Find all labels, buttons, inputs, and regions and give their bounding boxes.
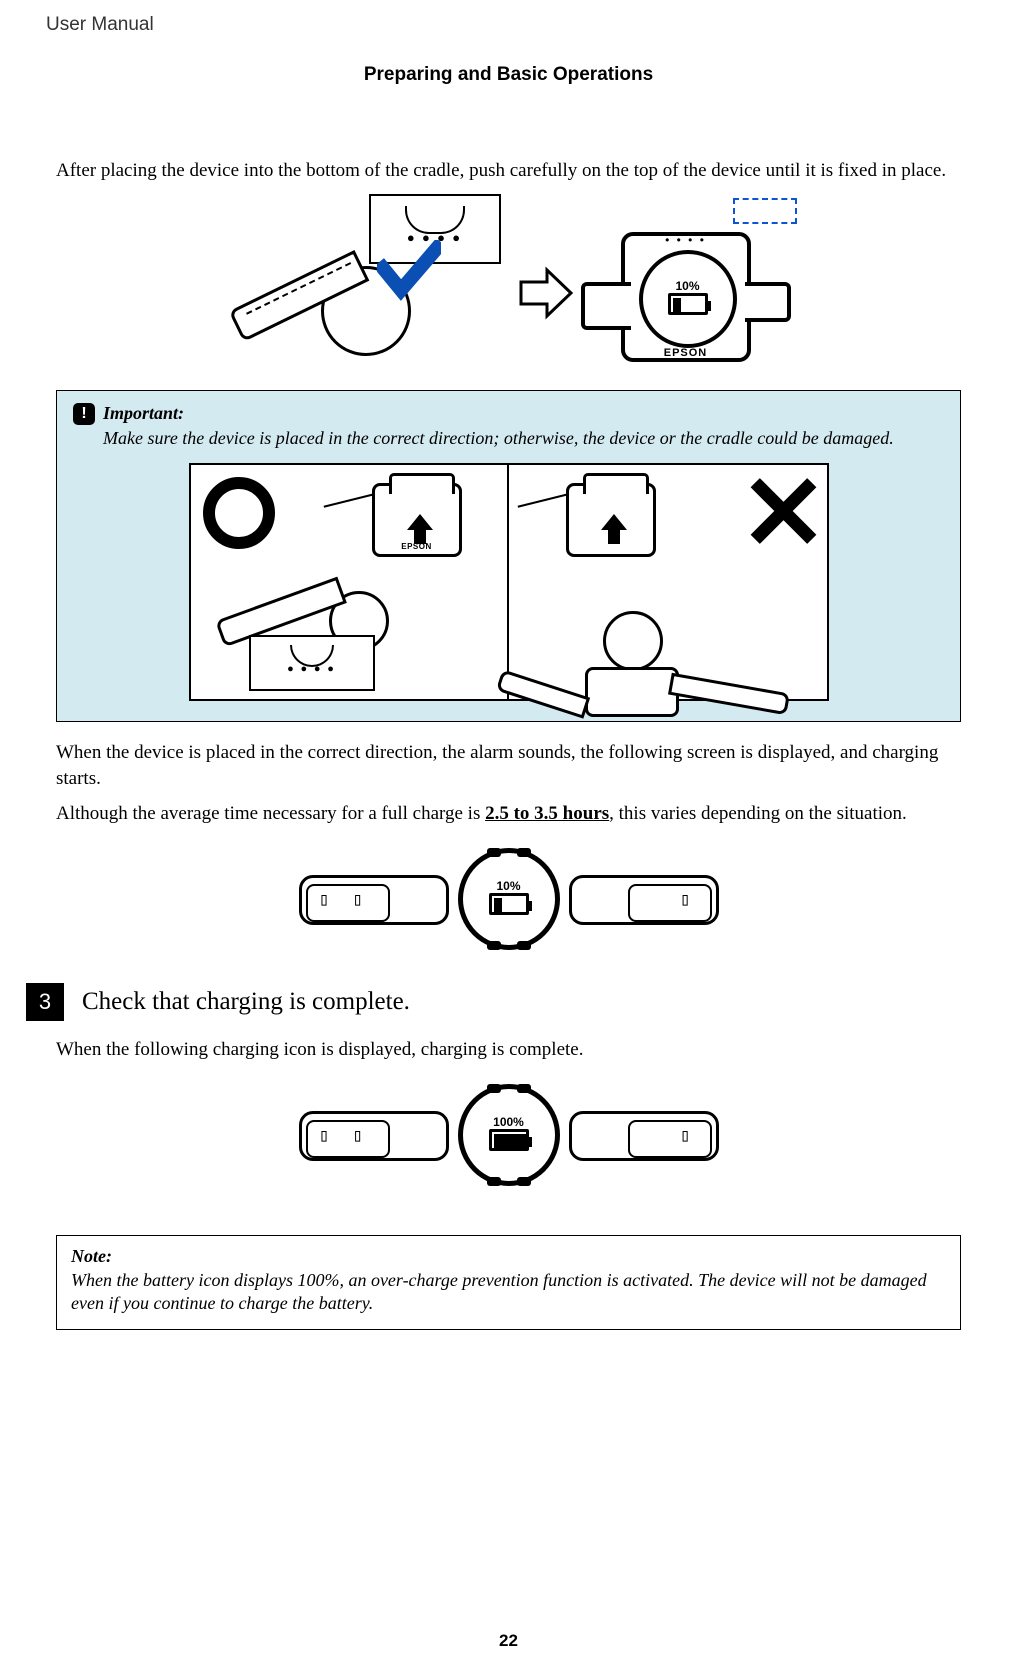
blue-check-icon <box>377 240 441 304</box>
up-arrow-icon <box>601 514 627 544</box>
wrong-orientation-illustration <box>509 463 829 701</box>
note-callout: Note: When the battery icon displays 100… <box>56 1235 961 1331</box>
section-title: Preparing and Basic Operations <box>40 64 977 86</box>
important-text: Make sure the device is placed in the co… <box>103 427 944 450</box>
contact-highlight-box <box>733 198 797 224</box>
page-number: 22 <box>0 1631 1017 1651</box>
important-icon: ! <box>73 403 95 425</box>
step-number-badge: 3 <box>26 983 64 1021</box>
brand-label: EPSON <box>375 542 459 551</box>
up-arrow-icon <box>407 514 433 544</box>
watch-seated-illustration: • • • • 10% EPSON <box>579 194 803 366</box>
watch-wrong-illustration <box>543 611 793 671</box>
charging-starts-paragraph: When the device is placed in the correct… <box>56 740 961 791</box>
right-arrow-icon <box>517 264 575 322</box>
battery-icon <box>489 893 529 915</box>
contact-inset-illustration: ● ● ● ● <box>249 635 375 691</box>
wrong-mark-icon <box>747 477 815 545</box>
intro-paragraph: After placing the device into the bottom… <box>56 158 961 184</box>
charging-time-paragraph: Although the average time necessary for … <box>56 801 961 827</box>
brand-label: EPSON <box>625 347 747 359</box>
correct-mark-icon <box>203 477 275 549</box>
note-text: When the battery icon displays 100%, an … <box>71 1269 946 1316</box>
battery-percent-label: 10% <box>668 279 708 293</box>
battery-percent-label: 10% <box>496 879 520 893</box>
cradle-placement-figure: ● ● ● ● • • • • 10% <box>56 196 961 366</box>
step-title: Check that charging is complete. <box>82 988 410 1016</box>
charging-screen-figure: ▯ ▯▯ 10% <box>56 839 961 959</box>
battery-percent-label: 100% <box>493 1115 524 1129</box>
charge-duration-value: 2.5 to 3.5 hours <box>485 803 609 824</box>
note-label: Note: <box>71 1246 946 1267</box>
battery-icon <box>668 293 708 315</box>
step3-body-paragraph: When the following charging icon is disp… <box>56 1037 961 1063</box>
page-type-label: User Manual <box>40 14 977 36</box>
correct-orientation-illustration: EPSON ● ● ● ● <box>189 463 509 701</box>
battery-full-icon <box>489 1129 529 1151</box>
important-callout: ! Important: Make sure the device is pla… <box>56 390 961 723</box>
charging-complete-figure: ▯ ▯▯ 100% <box>56 1075 961 1195</box>
important-label: Important: <box>103 403 184 424</box>
